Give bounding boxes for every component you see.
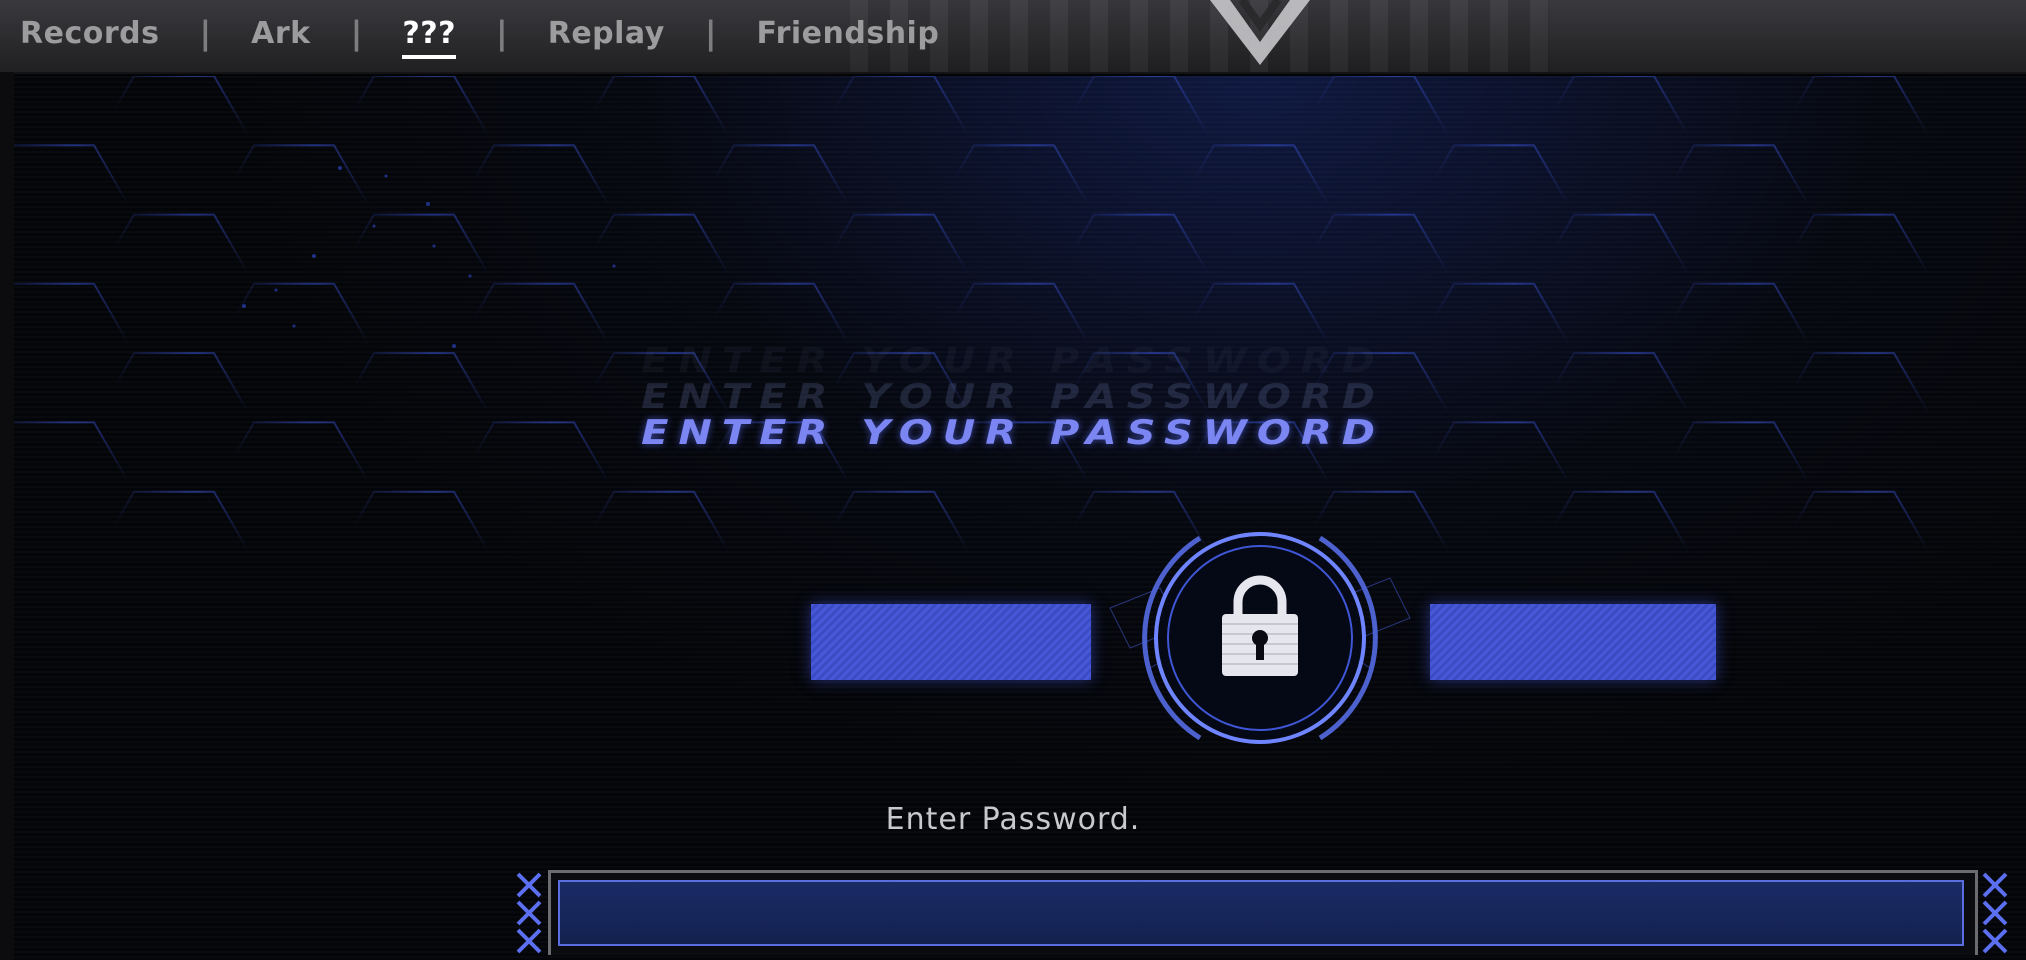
title-echo: ENTER YOUR PASSWORD <box>641 377 1385 417</box>
lock-bar-left <box>811 604 1091 680</box>
tab-records[interactable]: Records <box>20 16 159 51</box>
title-echo: ENTER YOUR PASSWORD <box>641 341 1385 381</box>
password-hint: Enter Password. <box>885 802 1141 837</box>
password-title: ENTER YOUR PASSWORD <box>641 413 1385 453</box>
tab-ark[interactable]: Ark <box>251 16 310 51</box>
tab-divider: | <box>199 14 212 52</box>
tab-secret[interactable]: ??? <box>402 16 456 59</box>
tab-friendship[interactable]: Friendship <box>757 16 940 51</box>
tab-divider: | <box>350 14 363 52</box>
game-logo-icon <box>1210 0 1310 65</box>
lock-emblem <box>1109 520 1411 756</box>
chevron-decoration-icon <box>1982 872 2008 954</box>
lock-bar-right <box>1430 604 1716 680</box>
tab-replay[interactable]: Replay <box>548 16 665 51</box>
tab-divider: | <box>704 14 717 52</box>
tab-divider: | <box>496 14 508 52</box>
chevron-decoration-icon <box>516 872 542 954</box>
password-input[interactable] <box>558 880 1964 946</box>
top-navigation-bar: Records | Ark | ??? | Replay | Friendshi… <box>0 0 2026 74</box>
tab-bar: Records | Ark | ??? | Replay | Friendshi… <box>20 0 939 66</box>
